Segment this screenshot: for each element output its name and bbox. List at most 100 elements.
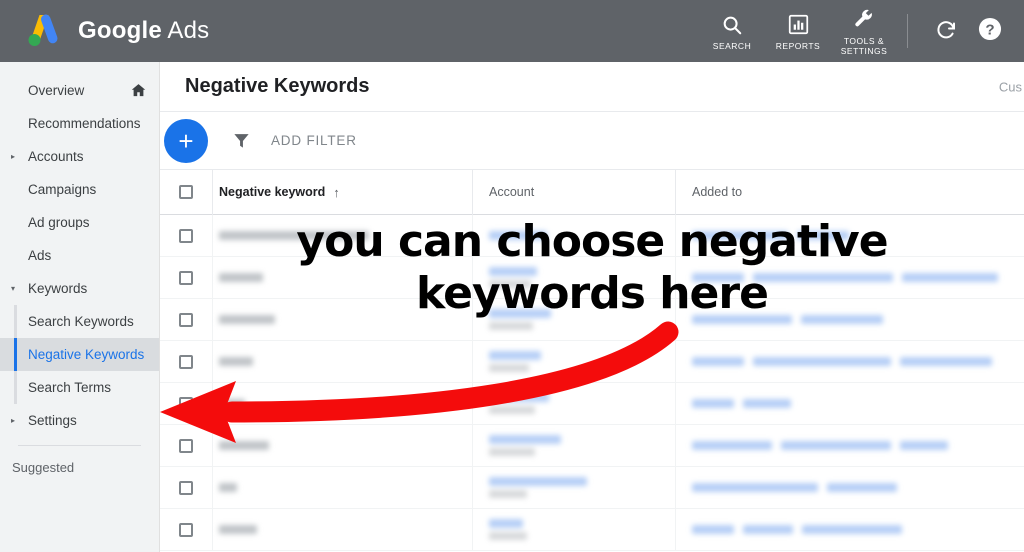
cell-added-to (675, 214, 1024, 257)
redacted-added-to-link[interactable] (743, 399, 791, 408)
sidebar-item-label: Keywords (28, 281, 88, 296)
redacted-added-to-link[interactable] (692, 315, 792, 324)
row-select-cell (160, 383, 212, 425)
sidebar-item-negative-keywords[interactable]: Negative Keywords (0, 338, 159, 371)
sidebar-item-settings[interactable]: ▸ Settings (0, 404, 159, 437)
redacted-added-to-link[interactable] (801, 315, 883, 324)
redacted-content (219, 483, 472, 492)
customize-columns-link[interactable]: Cus (999, 79, 1024, 94)
redacted-content (219, 399, 472, 408)
redacted-added-to-link[interactable] (781, 441, 891, 450)
row-checkbox[interactable] (179, 522, 193, 537)
redacted-account-link[interactable] (489, 267, 537, 276)
redacted-account-link[interactable] (489, 477, 587, 486)
cell-negative-keyword (212, 466, 472, 509)
redacted-content (219, 231, 472, 240)
table-row[interactable] (160, 256, 1024, 299)
sidebar-item-search-terms[interactable]: Search Terms (0, 371, 159, 404)
sidebar-item-label: Overview (28, 83, 85, 98)
refresh-button[interactable] (924, 9, 968, 53)
redacted-text (219, 315, 275, 324)
table-header-row: Negative keyword ↑ Account Added to (160, 169, 1024, 215)
table-row[interactable] (160, 508, 1024, 551)
redacted-added-to-link[interactable] (753, 357, 891, 366)
column-header-negative-keyword[interactable]: Negative keyword ↑ (212, 169, 472, 215)
select-all-checkbox[interactable] (179, 185, 193, 199)
add-filter-button[interactable]: ADD FILTER (271, 133, 357, 148)
cell-account (472, 256, 675, 299)
redacted-text (219, 525, 257, 534)
sidebar-item-ads[interactable]: Ads (0, 239, 159, 272)
bar-chart-icon (788, 12, 809, 38)
redacted-account-link[interactable] (489, 435, 561, 444)
sidebar-item-label: Accounts (28, 149, 84, 164)
sidebar-divider (18, 445, 141, 446)
add-negative-keyword-button[interactable]: + (164, 118, 208, 163)
table-body (160, 214, 1024, 551)
redacted-account-link[interactable] (489, 351, 541, 360)
redacted-added-to-link[interactable] (827, 483, 897, 492)
sidebar-item-accounts[interactable]: ▸ Accounts (0, 140, 159, 173)
redacted-added-to-link[interactable] (900, 441, 948, 450)
cell-account (472, 508, 675, 551)
redacted-added-to-link[interactable] (692, 399, 734, 408)
row-checkbox[interactable] (179, 354, 193, 369)
row-checkbox[interactable] (179, 312, 193, 327)
column-header-account[interactable]: Account (472, 169, 675, 215)
table-row[interactable] (160, 424, 1024, 467)
tools-settings-button[interactable]: TOOLS & SETTINGS (831, 0, 897, 62)
table-row[interactable] (160, 298, 1024, 341)
sidebar-item-overview[interactable]: Overview (0, 74, 159, 107)
row-checkbox[interactable] (179, 270, 193, 285)
redacted-account-link[interactable] (489, 231, 547, 240)
table-row[interactable] (160, 466, 1024, 509)
google-ads-brand[interactable]: Google Ads (22, 11, 209, 51)
row-checkbox[interactable] (179, 438, 193, 453)
sidebar-item-ad-groups[interactable]: Ad groups (0, 206, 159, 239)
redacted-added-to-link[interactable] (797, 231, 849, 240)
help-button[interactable]: ? (968, 9, 1012, 53)
redacted-added-to-link[interactable] (802, 525, 902, 534)
cell-negative-keyword (212, 424, 472, 467)
redacted-account-subtext (489, 364, 529, 372)
row-checkbox[interactable] (179, 228, 193, 243)
redacted-added-to-link[interactable] (692, 231, 788, 240)
redacted-added-to-link[interactable] (753, 273, 893, 282)
redacted-content (692, 273, 1024, 282)
redacted-content (219, 273, 472, 282)
redacted-added-to-link[interactable] (692, 273, 744, 282)
redacted-added-to-link[interactable] (900, 357, 992, 366)
table-row[interactable] (160, 214, 1024, 257)
table-row[interactable] (160, 340, 1024, 383)
redacted-content (489, 393, 675, 414)
table-row[interactable] (160, 382, 1024, 425)
search-button[interactable]: SEARCH (699, 0, 765, 62)
redacted-account-link[interactable] (489, 309, 551, 318)
redacted-added-to-link[interactable] (692, 441, 772, 450)
redacted-content (489, 477, 675, 498)
column-header-label: Negative keyword (219, 185, 326, 199)
left-sidebar: Overview Recommendations ▸ Accounts Camp… (0, 62, 160, 552)
row-checkbox[interactable] (179, 396, 193, 411)
column-header-added-to[interactable]: Added to (675, 169, 1024, 215)
sidebar-section-suggested: Suggested (12, 460, 75, 475)
sidebar-item-recommendations[interactable]: Recommendations (0, 107, 159, 140)
redacted-added-to-link[interactable] (692, 525, 734, 534)
sidebar-item-search-keywords[interactable]: Search Keywords (0, 305, 159, 338)
reports-button-label: REPORTS (775, 40, 821, 51)
redacted-account-link[interactable] (489, 393, 549, 402)
row-checkbox[interactable] (179, 480, 193, 495)
redacted-added-to-link[interactable] (743, 525, 793, 534)
top-navigation-bar: Google Ads SEARCH REPORTS TOOLS & SETTIN… (0, 0, 1024, 62)
filter-icon[interactable] (232, 131, 251, 150)
redacted-added-to-link[interactable] (692, 483, 818, 492)
sidebar-item-keywords[interactable]: ▾ Keywords (0, 272, 159, 305)
redacted-account-subtext (489, 532, 527, 540)
redacted-added-to-link[interactable] (902, 273, 998, 282)
reports-button[interactable]: REPORTS (765, 0, 831, 62)
redacted-account-link[interactable] (489, 519, 523, 528)
sidebar-item-campaigns[interactable]: Campaigns (0, 173, 159, 206)
redacted-added-to-link[interactable] (692, 357, 744, 366)
redacted-text (219, 273, 263, 282)
redacted-account-subtext (489, 322, 533, 330)
